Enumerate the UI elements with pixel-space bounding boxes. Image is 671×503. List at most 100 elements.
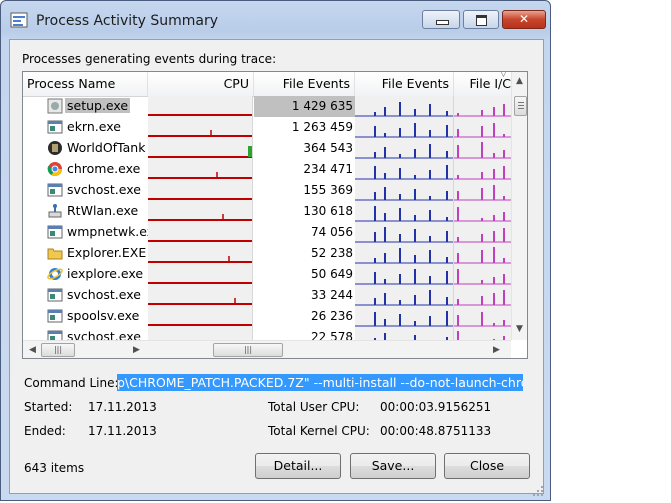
file-events-count: 364 543 [303,141,353,155]
process-name: WorldOfTank [67,140,146,155]
cpu-activity-graph [148,138,253,159]
file-events-graph [355,117,454,138]
maximize-button[interactable] [463,10,499,29]
total-kernel-cpu-label: Total Kernel CPU: [268,424,370,438]
process-name: iexplore.exe [67,266,144,281]
cpu-activity-graph [148,159,253,180]
command-line-label: Command Line: [24,376,119,390]
file-events-graph [355,180,454,201]
exe-icon [47,309,63,323]
cpu-activity-graph [148,180,253,201]
file-events-count: 74 056 [311,225,353,239]
save-button[interactable]: Save... [350,453,436,479]
scroll-left-arrow-icon[interactable]: ◀ [29,345,36,355]
maximize-icon [476,15,487,26]
file-io-graph [454,159,511,180]
table-row[interactable]: spoolsv.exe 26 236 [23,306,511,327]
graph-scroll-thumb[interactable]: ||| [213,343,283,357]
file-io-graph [454,264,511,285]
sort-indicator-icon: ▽ [500,71,507,79]
horizontal-scrollbar[interactable]: ◀ ||| ▶ ||| ▶ [23,340,511,358]
process-name: wmpnetwk.ex [67,224,155,239]
file-events-count: 26 236 [311,309,353,323]
file-io-graph [454,96,511,117]
table-row[interactable]: wmpnetwk.ex 74 056 [23,222,511,243]
started-label: Started: [24,400,73,414]
item-count: 643 items [24,461,85,475]
cpu-activity-graph [148,117,253,138]
vertical-scroll-thumb[interactable] [514,96,527,116]
file-events-count: 33 244 [311,288,353,302]
cpu-activity-graph [148,306,253,327]
file-io-graph [454,201,511,222]
detail-button[interactable]: Detail... [255,453,341,479]
list-label: Processes generating events during trace… [22,52,277,66]
file-io-graph [454,285,511,306]
file-events-count: 130 618 [303,204,353,218]
close-window-button[interactable]: ✕ [502,10,546,29]
chrome-icon [47,162,62,176]
table-row[interactable]: Explorer.EXE 52 238 [23,243,511,264]
cpu-activity-graph [148,264,253,285]
table-row[interactable]: svchost.exe 33 244 [23,285,511,306]
file-events-graph [355,264,454,285]
minimize-button[interactable] [422,10,460,29]
table-row[interactable]: iexplore.exe 50 649 [23,264,511,285]
column-header-file-events-count[interactable]: File Events [254,72,355,96]
file-events-count: 50 649 [311,267,353,281]
minimize-icon [436,20,449,25]
scroll-up-arrow-icon[interactable]: ▲ [516,76,523,86]
file-events-count: 155 369 [303,183,353,197]
resize-grip-icon[interactable] [531,484,545,498]
table-row[interactable]: svchost.exe 155 369 [23,180,511,201]
file-events-count: 52 238 [311,246,353,260]
file-events-count: 1 263 459 [291,120,353,134]
file-io-graph [454,138,511,159]
setup-icon [47,98,63,114]
exe-icon [47,288,63,302]
app-icon [10,12,28,28]
started-value: 17.11.2013 [88,400,157,414]
process-name: svchost.exe [67,287,141,302]
file-io-graph [454,180,511,201]
network-icon [48,204,62,218]
table-row[interactable]: RtWlan.exe 130 618 [23,201,511,222]
column-header-process-name[interactable]: Process Name [23,72,148,96]
cpu-activity-graph [148,222,253,243]
table-row[interactable]: WorldOfTank 364 543 [23,138,511,159]
scroll-down-arrow-icon[interactable]: ▼ [516,324,523,334]
process-name: ekrn.exe [67,119,121,134]
file-events-count: 1 429 635 [254,96,355,117]
window-title: Process Activity Summary [36,13,219,29]
column-header-file-events-graph[interactable]: File Events [355,72,454,96]
process-list[interactable]: Process Name CPU File Events File Events… [22,71,528,359]
total-user-cpu-label: Total User CPU: [268,400,360,414]
name-column-scroll-thumb[interactable]: ||| [41,343,75,357]
table-row[interactable]: ekrn.exe 1 263 459 [23,117,511,138]
file-events-graph [355,138,454,159]
file-events-graph [355,222,454,243]
exe-icon [47,225,63,239]
close-icon: ✕ [518,12,530,26]
ie-icon [47,268,63,280]
folder-icon [47,248,63,260]
file-events-graph [355,201,454,222]
command-line-field[interactable]: p\CHROME_PATCH.PACKED.7Z" --multi-instal… [117,374,523,391]
cpu-activity-graph [148,96,253,117]
column-header-cpu[interactable]: CPU [148,72,254,96]
graph-scroll-right-arrow-icon[interactable]: ▶ [493,345,500,355]
file-events-graph [355,159,454,180]
total-kernel-cpu-value: 00:00:48.8751133 [380,424,492,438]
vertical-scrollbar[interactable]: ▲ ▼ [511,72,527,340]
cpu-activity-graph [148,285,253,306]
table-row[interactable]: setup.exe 1 429 635 [23,96,511,117]
process-name: chrome.exe [67,161,141,176]
file-io-graph [454,306,511,327]
file-events-graph [355,306,454,327]
table-row[interactable]: chrome.exe 234 471 [23,159,511,180]
process-name: Explorer.EXE [67,245,147,260]
exe-icon [47,120,63,134]
file-events-graph [355,285,454,306]
close-button[interactable]: Close [444,453,530,479]
scroll-right-arrow-icon[interactable]: ▶ [133,345,140,355]
